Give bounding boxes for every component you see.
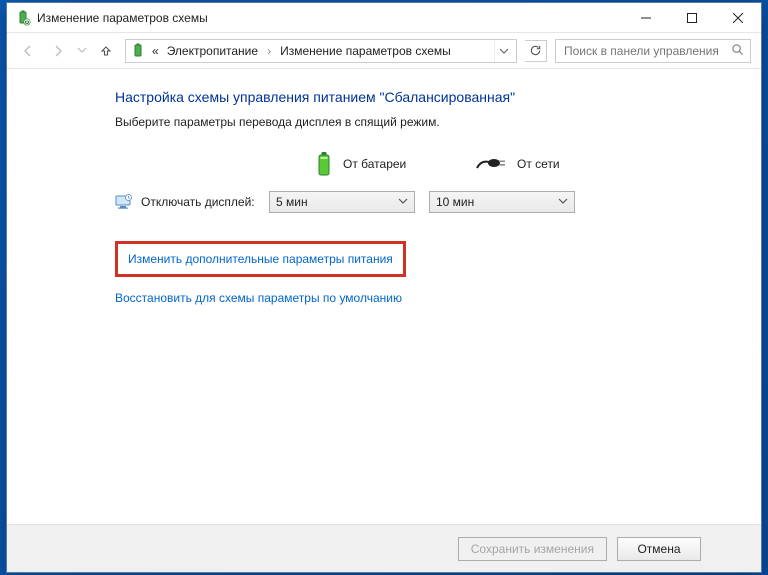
refresh-button[interactable]: [525, 40, 547, 62]
monitor-sleep-icon: [115, 194, 133, 210]
on-battery-label: От батареи: [343, 157, 406, 171]
turn-off-display-plugged-select[interactable]: 10 мин: [429, 191, 575, 213]
content-area: Настройка схемы управления питанием "Сба…: [7, 69, 761, 524]
search-input[interactable]: [562, 43, 725, 59]
up-button[interactable]: [95, 40, 117, 62]
setting-label-text: Отключать дисплей:: [141, 195, 255, 209]
minimize-button[interactable]: [623, 3, 669, 33]
plugged-in-label: От сети: [517, 157, 560, 171]
page-subtext: Выберите параметры перевода дисплея в сп…: [115, 115, 761, 129]
plug-icon: [475, 157, 507, 171]
back-button[interactable]: [17, 40, 39, 62]
highlight-box: Изменить дополнительные параметры питани…: [115, 241, 406, 277]
power-options-icon: [130, 43, 146, 59]
save-changes-button[interactable]: Сохранить изменения: [458, 537, 607, 561]
page-heading: Настройка схемы управления питанием "Сба…: [115, 89, 761, 105]
window-frame: Изменение параметров схемы «: [6, 2, 762, 573]
power-options-icon: [15, 10, 31, 26]
turn-off-display-battery-select[interactable]: 5 мин: [269, 191, 415, 213]
maximize-button[interactable]: [669, 3, 715, 33]
power-source-header: От батареи От сети: [315, 151, 761, 177]
breadcrumb-prefix: «: [150, 44, 161, 58]
breadcrumb-item[interactable]: Электропитание: [165, 44, 260, 58]
close-button[interactable]: [715, 3, 761, 33]
breadcrumb-item[interactable]: Изменение параметров схемы: [278, 44, 453, 58]
search-box[interactable]: [555, 39, 751, 63]
turn-off-display-label: Отключать дисплей:: [115, 194, 255, 210]
select-value: 10 мин: [436, 195, 474, 209]
restore-link-row: Восстановить для схемы параметры по умол…: [115, 291, 761, 305]
chevron-down-icon: [398, 195, 408, 209]
address-bar[interactable]: « Электропитание › Изменение параметров …: [125, 39, 517, 63]
address-history-button[interactable]: [494, 40, 512, 62]
change-advanced-settings-link[interactable]: Изменить дополнительные параметры питани…: [128, 252, 393, 266]
breadcrumb-separator: ›: [264, 44, 274, 58]
restore-defaults-link[interactable]: Восстановить для схемы параметры по умол…: [115, 291, 402, 305]
recent-locations-button[interactable]: [77, 44, 87, 58]
plugged-in-column: От сети: [475, 157, 635, 171]
battery-icon: [315, 151, 333, 177]
window-title: Изменение параметров схемы: [37, 11, 208, 25]
chevron-down-icon: [558, 195, 568, 209]
forward-button[interactable]: [47, 40, 69, 62]
dialog-button-bar: Сохранить изменения Отмена: [7, 524, 761, 572]
on-battery-column: От батареи: [315, 151, 475, 177]
select-value: 5 мин: [276, 195, 308, 209]
search-icon[interactable]: [731, 43, 744, 59]
nav-bar: « Электропитание › Изменение параметров …: [7, 33, 761, 69]
cancel-button[interactable]: Отмена: [617, 537, 701, 561]
advanced-link-row: Изменить дополнительные параметры питани…: [115, 241, 761, 277]
titlebar: Изменение параметров схемы: [7, 3, 761, 33]
turn-off-display-row: Отключать дисплей: 5 мин 10 мин: [115, 191, 761, 213]
